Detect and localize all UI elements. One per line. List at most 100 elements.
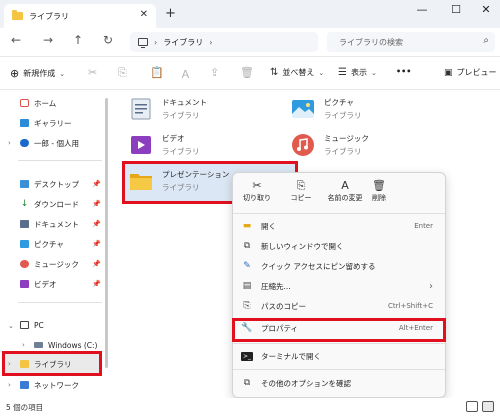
refresh-icon[interactable]: ↻ bbox=[100, 33, 116, 47]
delete-icon[interactable]: 🗑 bbox=[240, 66, 254, 79]
sidebar-item-label: デスクトップ bbox=[34, 179, 79, 189]
up-arrow-icon[interactable]: ↑ bbox=[70, 33, 86, 47]
search-icon: ⌕ bbox=[483, 35, 489, 46]
ctx-shortcut: Ctrl+Shift+C bbox=[388, 302, 433, 310]
chevron-right-icon[interactable]: › bbox=[8, 360, 11, 368]
address-bar[interactable]: › ライブラリ › bbox=[130, 32, 318, 52]
sidebar-item-pc[interactable]: PC bbox=[20, 318, 44, 332]
paste-icon[interactable]: 📋 bbox=[150, 66, 164, 79]
breadcrumb-libraries[interactable]: ライブラリ bbox=[163, 37, 203, 48]
view-label: 表示 bbox=[350, 68, 367, 77]
home-icon bbox=[20, 99, 29, 107]
ctx-open[interactable]: ▬ 開く Enter bbox=[241, 217, 439, 235]
sidebar-item-home[interactable]: ホーム bbox=[20, 96, 56, 110]
library-item-presentation[interactable]: プレゼンテーション ライブラリ bbox=[128, 168, 229, 194]
sidebar-item-desktop[interactable]: デスクトップ bbox=[20, 177, 79, 191]
ctx-item-label: ターミナルで開く bbox=[261, 351, 321, 361]
folder-open-icon: ▬ bbox=[242, 221, 252, 231]
library-type: ライブラリ bbox=[162, 183, 200, 192]
sidebar-item-label: ホーム bbox=[34, 98, 57, 108]
sort-icon: ⇅ bbox=[270, 67, 279, 78]
ctx-open-new-window[interactable]: ⧉ 新しいウィンドウで開く bbox=[241, 237, 439, 255]
sidebar-item-music[interactable]: ミュージック bbox=[20, 257, 79, 271]
forward-arrow-icon[interactable]: → bbox=[40, 33, 56, 47]
sidebar-item-network[interactable]: ネットワーク bbox=[20, 378, 79, 392]
share-icon[interactable]: ⇪ bbox=[210, 66, 219, 79]
context-menu: ✂ 切り取り ⎘ コピー A 名前の変更 🗑 削除 ▬ 開く Enter ⧉ 新… bbox=[232, 172, 446, 398]
minimize-button[interactable]: — bbox=[412, 3, 432, 16]
library-item-music[interactable]: ミュージック ライブラリ bbox=[290, 132, 369, 158]
ctx-open-terminal[interactable]: >_ ターミナルで開く bbox=[241, 347, 439, 365]
close-button[interactable]: ✕ bbox=[476, 3, 496, 16]
ctx-more-options[interactable]: ⧉ その他のオプションを確認 bbox=[241, 374, 439, 392]
breadcrumb-chevron-icon: › bbox=[154, 37, 158, 47]
library-item-videos[interactable]: ビデオ ライブラリ bbox=[128, 132, 200, 158]
chevron-down-icon: ⌄ bbox=[59, 69, 66, 78]
more-options-button[interactable]: ••• bbox=[396, 67, 411, 76]
back-arrow-icon[interactable]: ← bbox=[8, 33, 24, 47]
address-bar-row: ← → ↑ ↻ › ライブラリ › ライブラリの検索 ⌕ bbox=[0, 28, 500, 56]
pin-icon[interactable]: 📌 bbox=[92, 260, 101, 268]
documents-icon bbox=[20, 220, 29, 228]
tab-libraries[interactable]: ライブラリ ✕ bbox=[4, 4, 156, 28]
zip-icon: ▤ bbox=[242, 281, 252, 291]
sidebar-item-downloads[interactable]: ↓ ダウンロード bbox=[20, 197, 79, 211]
chevron-right-icon[interactable]: › bbox=[8, 139, 11, 147]
ctx-copy-path[interactable]: ⎘ パスのコピー Ctrl+Shift+C bbox=[241, 297, 439, 315]
details-view-icon[interactable] bbox=[466, 401, 478, 412]
ctx-cut-button[interactable]: ✂ 切り取り bbox=[235, 179, 279, 203]
rename-icon[interactable]: Ａ bbox=[180, 66, 191, 82]
library-type: ライブラリ bbox=[324, 111, 362, 120]
view-button[interactable]: ☰ 表示 ⌄ bbox=[338, 67, 377, 78]
new-tab-button[interactable]: + bbox=[165, 6, 176, 21]
library-type: ライブラリ bbox=[162, 147, 200, 156]
pin-icon[interactable]: 📌 bbox=[92, 220, 101, 228]
chevron-down-icon[interactable]: ⌄ bbox=[8, 322, 14, 330]
libraries-icon bbox=[20, 360, 29, 368]
sidebar-divider bbox=[18, 302, 102, 303]
sidebar-item-documents[interactable]: ドキュメント bbox=[20, 217, 79, 231]
plus-circle-icon: ⊕ bbox=[10, 67, 20, 80]
pin-icon[interactable]: 📌 bbox=[92, 240, 101, 248]
maximize-button[interactable]: ☐ bbox=[446, 3, 466, 16]
breadcrumb-chevron-icon[interactable]: › bbox=[209, 38, 212, 47]
sidebar-item-onedrive[interactable]: 一郎 - 個人用 bbox=[20, 136, 79, 150]
ctx-delete-button[interactable]: 🗑 削除 bbox=[357, 179, 401, 203]
pin-icon[interactable]: 📌 bbox=[92, 200, 101, 208]
search-placeholder: ライブラリの検索 bbox=[339, 37, 403, 47]
sidebar-divider bbox=[18, 160, 102, 161]
context-menu-separator bbox=[233, 369, 445, 370]
chevron-right-icon[interactable]: › bbox=[8, 381, 11, 389]
cut-icon[interactable]: ✂ bbox=[88, 66, 97, 79]
library-type: ライブラリ bbox=[162, 111, 200, 120]
sidebar-item-videos[interactable]: ビデオ bbox=[20, 277, 57, 291]
ctx-pin-quick-access[interactable]: ✎ クイック アクセスにピン留めする bbox=[241, 257, 439, 275]
sidebar-item-label: ビデオ bbox=[34, 279, 57, 289]
pictures-library-icon bbox=[290, 96, 316, 122]
folder-icon bbox=[12, 10, 23, 20]
drive-icon bbox=[34, 342, 43, 348]
pin-icon[interactable]: 📌 bbox=[92, 280, 101, 288]
tiles-view-icon[interactable] bbox=[482, 401, 494, 412]
sidebar-scrollbar[interactable] bbox=[105, 98, 108, 368]
sidebar-item-libraries[interactable]: ライブラリ bbox=[20, 357, 72, 371]
preview-button[interactable]: ▣ プレビュー bbox=[444, 67, 497, 78]
sidebar-item-label: ネットワーク bbox=[34, 380, 79, 390]
sidebar-item-gallery[interactable]: ギャラリー bbox=[20, 116, 72, 130]
sidebar-item-pictures[interactable]: ピクチャ bbox=[20, 237, 64, 251]
library-item-pictures[interactable]: ピクチャ ライブラリ bbox=[290, 96, 362, 122]
sort-button[interactable]: ⇅ 並べ替え ⌄ bbox=[270, 67, 324, 78]
folder-icon bbox=[128, 168, 154, 194]
chevron-down-icon: ⌄ bbox=[370, 68, 377, 77]
library-item-documents[interactable]: ドキュメント ライブラリ bbox=[128, 96, 207, 122]
pin-icon[interactable]: 📌 bbox=[92, 180, 101, 188]
new-button[interactable]: ⊕ 新規作成 ⌄ bbox=[10, 67, 65, 80]
properties-highlight-box bbox=[232, 318, 446, 342]
ctx-compress[interactable]: ▤ 圧縮先... › bbox=[241, 277, 439, 295]
search-input[interactable]: ライブラリの検索 ⌕ bbox=[327, 32, 495, 52]
tab-close-icon[interactable]: ✕ bbox=[140, 9, 148, 20]
sidebar-item-windows-c[interactable]: Windows (C:) bbox=[34, 338, 97, 352]
preview-pane-icon: ▣ bbox=[444, 67, 453, 78]
chevron-right-icon[interactable]: › bbox=[22, 341, 25, 349]
copy-icon[interactable]: ⎘ bbox=[118, 66, 127, 80]
